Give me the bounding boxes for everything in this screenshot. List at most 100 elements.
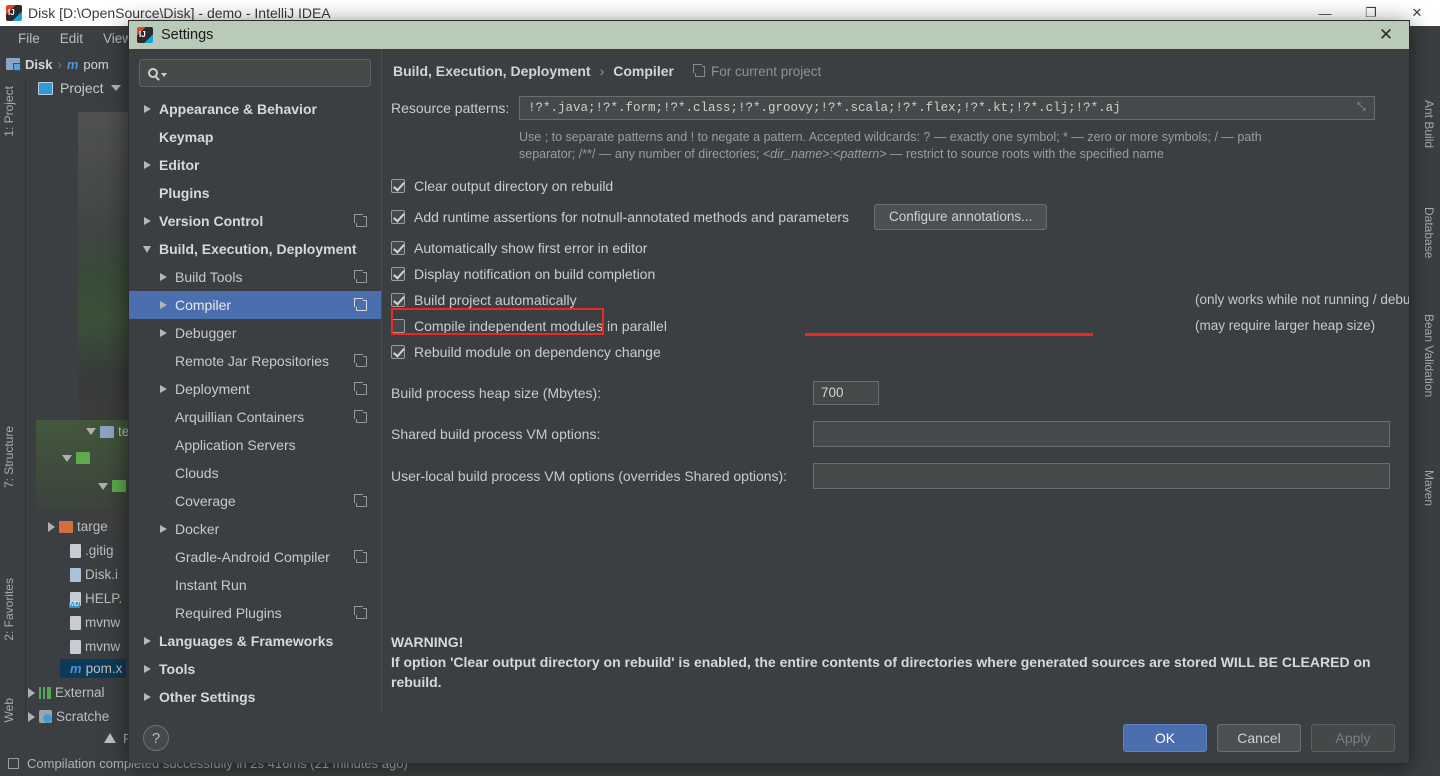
sidebar-item-ant-build[interactable]: Ant Build xyxy=(1422,100,1436,148)
chevron-right-icon[interactable] xyxy=(139,637,155,645)
sidebar-item-docker[interactable]: Docker xyxy=(129,515,381,543)
tree-item-collapse-3[interactable] xyxy=(98,480,126,492)
menu-edit[interactable]: Edit xyxy=(50,29,93,48)
sidebar-item-favorites[interactable]: 2: Favorites xyxy=(2,578,16,641)
scratches-icon xyxy=(39,710,52,723)
user-vm-input[interactable] xyxy=(813,462,1390,489)
warning-body: If option 'Clear output directory on reb… xyxy=(391,654,1371,691)
chevron-down-icon[interactable] xyxy=(139,245,155,253)
sidebar-item-keymap[interactable]: Keymap xyxy=(129,123,381,151)
tree-item-collapse-2[interactable] xyxy=(62,452,90,464)
checkbox-row-display-notification[interactable]: Display notification on build completion xyxy=(383,261,1409,287)
chevron-right-icon[interactable] xyxy=(139,105,155,113)
sidebar-item-clouds[interactable]: Clouds xyxy=(129,459,381,487)
sidebar-item-other-settings[interactable]: Other Settings xyxy=(129,683,381,711)
chevron-right-icon[interactable] xyxy=(155,301,171,309)
chevron-down-icon[interactable] xyxy=(98,482,108,490)
checkbox-row-show-first-error[interactable]: Automatically show first error in editor xyxy=(383,235,1409,261)
sidebar-item-maven[interactable]: Maven xyxy=(1422,470,1436,506)
sidebar-item-deployment[interactable]: Deployment xyxy=(129,375,381,403)
project-panel-title: Project xyxy=(60,80,104,96)
cancel-button[interactable]: Cancel xyxy=(1217,724,1301,752)
chevron-right-icon[interactable] xyxy=(28,687,35,698)
sidebar-item-remote-jar-repositories[interactable]: Remote Jar Repositories xyxy=(129,347,381,375)
checkbox-compile-parallel[interactable] xyxy=(391,318,405,333)
tree-item-scratches[interactable]: Scratche xyxy=(28,709,109,724)
chevron-right-icon[interactable] xyxy=(155,329,171,337)
checkbox-row-build-automatically[interactable]: Build project automatically (only works … xyxy=(383,287,1409,313)
chevron-right-icon[interactable] xyxy=(28,711,35,722)
checkbox-show-first-error[interactable] xyxy=(391,240,405,255)
chevron-right-icon[interactable] xyxy=(48,521,55,532)
chevron-right-icon[interactable] xyxy=(155,525,171,533)
sidebar-item-arquillian-containers[interactable]: Arquillian Containers xyxy=(129,403,381,431)
sidebar-item-required-plugins[interactable]: Required Plugins xyxy=(129,599,381,627)
sidebar-item-build-execution-deployment[interactable]: Build, Execution, Deployment xyxy=(129,235,381,263)
chevron-right-icon[interactable] xyxy=(155,385,171,393)
sidebar-item-coverage[interactable]: Coverage xyxy=(129,487,381,515)
tree-item-help-md[interactable]: HELP. xyxy=(69,591,122,608)
sidebar-item-database[interactable]: Database xyxy=(1422,207,1436,258)
expand-icon[interactable]: ⤡ xyxy=(1357,101,1369,113)
chevron-right-icon[interactable] xyxy=(139,217,155,225)
sidebar-item-debugger[interactable]: Debugger xyxy=(129,319,381,347)
checkbox-build-automatically[interactable] xyxy=(391,292,405,307)
breadcrumb-section[interactable]: Build, Execution, Deployment xyxy=(393,63,591,79)
help-button[interactable]: ? xyxy=(143,725,169,751)
sidebar-item-appearance-behavior[interactable]: Appearance & Behavior xyxy=(129,95,381,123)
tree-item-target[interactable]: targe xyxy=(48,519,108,534)
checkbox-rebuild-dependency[interactable] xyxy=(391,344,405,359)
sidebar-item-editor[interactable]: Editor xyxy=(129,151,381,179)
bean-validation-label: Bean Validation xyxy=(1422,314,1436,398)
navbar-root[interactable]: Disk xyxy=(25,57,52,72)
sidebar-item-label: Keymap xyxy=(159,129,214,145)
menu-file[interactable]: File xyxy=(8,29,50,48)
checkbox-display-notification[interactable] xyxy=(391,266,405,281)
sidebar-item-label: Coverage xyxy=(175,493,236,509)
shared-vm-input[interactable] xyxy=(813,420,1390,447)
folder-icon xyxy=(6,58,21,71)
tree-item-gitignore[interactable]: .gitig xyxy=(70,543,114,558)
checkbox-clear-output[interactable] xyxy=(391,178,405,193)
checkbox-row-rebuild-dependency[interactable]: Rebuild module on dependency change xyxy=(383,339,1409,365)
checkbox-runtime-assertions[interactable] xyxy=(391,209,405,224)
tree-item-mvnw[interactable]: mvnw xyxy=(70,615,120,630)
chevron-down-icon[interactable] xyxy=(62,454,72,462)
checkbox-row-runtime-assertions[interactable]: Add runtime assertions for notnull-annot… xyxy=(383,203,1409,230)
chevron-right-icon[interactable] xyxy=(139,161,155,169)
tree-item-mvnw-cmd[interactable]: mvnw xyxy=(70,639,120,654)
sidebar-item-languages-frameworks[interactable]: Languages & Frameworks xyxy=(129,627,381,655)
close-icon[interactable]: ✕ xyxy=(1363,21,1409,49)
sidebar-item-structure[interactable]: 7: Structure xyxy=(2,426,16,488)
chevron-down-icon[interactable] xyxy=(86,428,96,435)
sidebar-item-project[interactable]: 1: Project xyxy=(2,86,16,137)
chevron-down-icon[interactable] xyxy=(110,85,121,91)
tree-item-disk-iml[interactable]: Disk.i xyxy=(70,567,118,582)
sidebar-item-instant-run[interactable]: Instant Run xyxy=(129,571,381,599)
configure-annotations-button[interactable]: Configure annotations... xyxy=(874,203,1048,230)
chevron-right-icon[interactable] xyxy=(139,693,155,701)
ok-button[interactable]: OK xyxy=(1123,724,1207,752)
chevron-right-icon[interactable] xyxy=(155,273,171,281)
heap-size-input[interactable] xyxy=(813,380,879,405)
apply-button[interactable]: Apply xyxy=(1311,724,1395,752)
navbar-file[interactable]: pom xyxy=(83,57,108,72)
sidebar-item-plugins[interactable]: Plugins xyxy=(129,179,381,207)
sidebar-item-build-tools[interactable]: Build Tools xyxy=(129,263,381,291)
chevron-right-icon[interactable] xyxy=(139,665,155,673)
sidebar-item-gradle-android-compiler[interactable]: Gradle-Android Compiler xyxy=(129,543,381,571)
tree-item-pom-xml[interactable]: m pom.x xyxy=(60,659,127,678)
search-input[interactable] xyxy=(167,64,370,82)
sidebar-item-compiler[interactable]: Compiler xyxy=(129,291,381,319)
sidebar-item-tools[interactable]: Tools xyxy=(129,655,381,683)
sidebar-item-bean-validation[interactable]: Bean Validation xyxy=(1422,314,1436,397)
tree-item-external-libraries[interactable]: External xyxy=(28,685,105,700)
resource-patterns-input[interactable]: !?*.java;!?*.form;!?*.class;!?*.groovy;!… xyxy=(519,96,1375,120)
sidebar-item-web[interactable]: Web xyxy=(2,698,16,722)
sidebar-item-application-servers[interactable]: Application Servers xyxy=(129,431,381,459)
search-box[interactable] xyxy=(139,59,371,87)
copy-icon xyxy=(354,409,367,423)
sidebar-item-version-control[interactable]: Version Control xyxy=(129,207,381,235)
copy-icon xyxy=(354,493,367,507)
checkbox-row-clear-output[interactable]: Clear output directory on rebuild xyxy=(383,173,1409,199)
